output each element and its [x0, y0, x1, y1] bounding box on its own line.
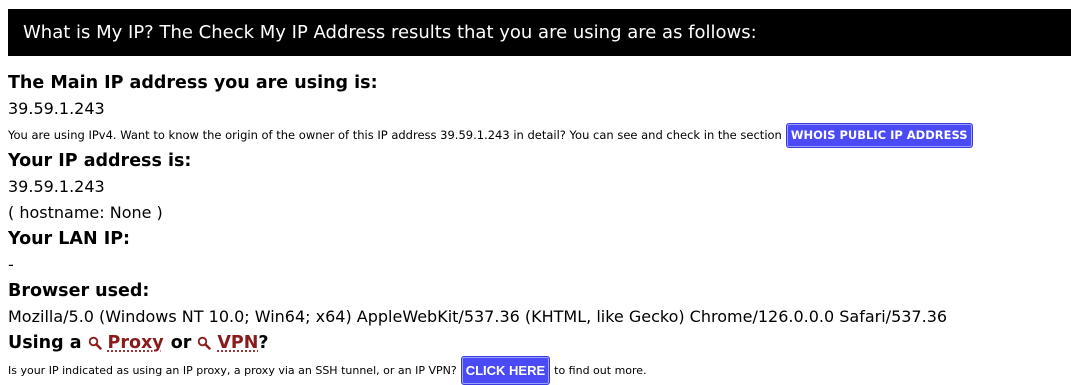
- page-header: What is My IP? The Check My IP Address r…: [8, 9, 1071, 56]
- ip-info-section: The Main IP address you are using is: 39…: [8, 70, 1071, 385]
- lan-ip-value: -: [8, 255, 14, 274]
- main-ip-value: 39.59.1.243: [8, 99, 105, 118]
- ipv4-note-row: You are using IPv4. Want to know the ori…: [8, 122, 1071, 148]
- your-ip-value: 39.59.1.243: [8, 177, 105, 196]
- page-title: What is My IP? The Check My IP Address r…: [23, 22, 757, 43]
- magnifier-icon: [198, 336, 212, 350]
- magnifier-icon: [88, 336, 102, 350]
- proxy-suffix: ?: [258, 333, 269, 353]
- proxy-note-text: Is your IP indicated as using an IP prox…: [8, 363, 457, 377]
- your-ip-heading: Your IP address is:: [8, 151, 192, 171]
- lan-ip-heading: Your LAN IP:: [8, 229, 131, 249]
- hostname-value: ( hostname: None ): [8, 203, 163, 222]
- proxy-prefix: Using a: [8, 333, 82, 353]
- vpn-link[interactable]: VPN: [217, 330, 258, 356]
- user-agent-value: Mozilla/5.0 (Windows NT 10.0; Win64; x64…: [8, 307, 948, 326]
- proxy-or: or: [170, 333, 192, 353]
- ipv4-note-text: You are using IPv4. Want to know the ori…: [8, 128, 782, 142]
- browser-heading: Browser used:: [8, 281, 150, 301]
- proxy-note-after: to find out more.: [554, 363, 647, 377]
- main-ip-heading: The Main IP address you are using is:: [8, 73, 378, 93]
- proxy-vpn-heading: Using a Proxy or VPN ?: [8, 330, 1071, 356]
- whois-public-ip-button[interactable]: WHOIS PUBLIC IP ADDRESS: [785, 122, 973, 148]
- click-here-button[interactable]: CLICK HERE: [460, 356, 551, 385]
- proxy-link[interactable]: Proxy: [108, 330, 164, 356]
- proxy-note-row: Is your IP indicated as using an IP prox…: [8, 356, 1071, 385]
